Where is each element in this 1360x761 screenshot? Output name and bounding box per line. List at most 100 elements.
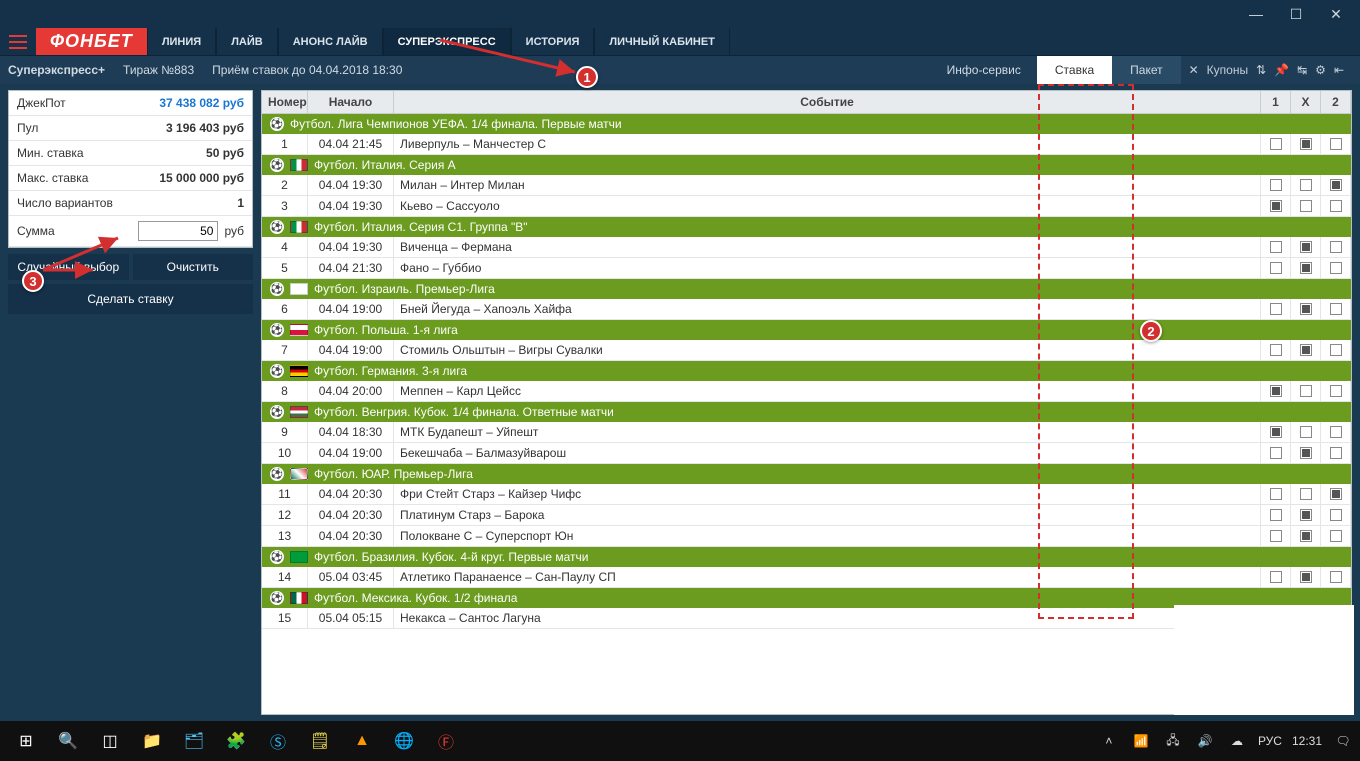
checkbox-1[interactable] bbox=[1270, 571, 1282, 583]
pick-cell-x[interactable] bbox=[1291, 422, 1321, 442]
tray-wifi-icon[interactable]: 📶 bbox=[1130, 734, 1152, 748]
checkbox-1[interactable] bbox=[1270, 138, 1282, 150]
sub-tab-0[interactable]: Ставка bbox=[1037, 56, 1112, 84]
checkbox-1[interactable] bbox=[1270, 447, 1282, 459]
pick-cell-1[interactable] bbox=[1261, 422, 1291, 442]
pick-cell-2[interactable] bbox=[1321, 422, 1351, 442]
checkbox-1[interactable] bbox=[1270, 200, 1282, 212]
pick-cell-1[interactable] bbox=[1261, 299, 1291, 319]
checkbox-x[interactable] bbox=[1300, 447, 1312, 459]
tray-up-icon[interactable]: ˄ bbox=[1098, 734, 1120, 748]
checkbox-x[interactable] bbox=[1300, 179, 1312, 191]
sub-tab-1[interactable]: Пакет bbox=[1112, 56, 1180, 84]
checkbox-1[interactable] bbox=[1270, 509, 1282, 521]
pick-cell-1[interactable] bbox=[1261, 484, 1291, 504]
checkbox-x[interactable] bbox=[1300, 488, 1312, 500]
app-icon-1[interactable]: 🗂 bbox=[174, 721, 214, 761]
clear-button[interactable]: Очистить bbox=[133, 254, 254, 280]
checkbox-2[interactable] bbox=[1330, 447, 1342, 459]
tray-volume-icon[interactable]: 🔊 bbox=[1194, 734, 1216, 748]
checkbox-1[interactable] bbox=[1270, 344, 1282, 356]
menu-item-0[interactable]: ЛИНИЯ bbox=[147, 28, 216, 55]
swap-icon[interactable]: ↹ bbox=[1297, 63, 1307, 77]
tray-notifications-icon[interactable]: 🗨 bbox=[1332, 734, 1354, 748]
tray-cloud-icon[interactable]: ☁ bbox=[1226, 734, 1248, 748]
info-service-link[interactable]: Инфо-сервис bbox=[931, 63, 1037, 77]
maximize-button[interactable]: ☐ bbox=[1276, 4, 1316, 24]
chrome-icon[interactable]: 🌐 bbox=[384, 721, 424, 761]
pick-cell-x[interactable] bbox=[1291, 381, 1321, 401]
checkbox-2[interactable] bbox=[1330, 509, 1342, 521]
checkbox-1[interactable] bbox=[1270, 241, 1282, 253]
checkbox-x[interactable] bbox=[1300, 530, 1312, 542]
pick-cell-x[interactable] bbox=[1291, 505, 1321, 525]
checkbox-2[interactable] bbox=[1330, 241, 1342, 253]
pick-cell-1[interactable] bbox=[1261, 175, 1291, 195]
checkbox-2[interactable] bbox=[1330, 488, 1342, 500]
checkbox-2[interactable] bbox=[1330, 200, 1342, 212]
checkbox-1[interactable] bbox=[1270, 303, 1282, 315]
taskview-icon[interactable]: ◫ bbox=[90, 721, 130, 761]
fonbet-icon[interactable]: Ⓕ bbox=[426, 721, 466, 761]
tray-clock[interactable]: 12:31 bbox=[1292, 734, 1322, 748]
checkbox-x[interactable] bbox=[1300, 344, 1312, 356]
explorer-icon[interactable]: 📁 bbox=[132, 721, 172, 761]
vlc-icon[interactable]: ▲ bbox=[342, 721, 382, 761]
checkbox-1[interactable] bbox=[1270, 488, 1282, 500]
pick-cell-1[interactable] bbox=[1261, 237, 1291, 257]
pick-cell-x[interactable] bbox=[1291, 567, 1321, 587]
checkbox-1[interactable] bbox=[1270, 530, 1282, 542]
checkbox-x[interactable] bbox=[1300, 303, 1312, 315]
checkbox-x[interactable] bbox=[1300, 200, 1312, 212]
pick-cell-x[interactable] bbox=[1291, 340, 1321, 360]
checkbox-2[interactable] bbox=[1330, 530, 1342, 542]
pick-cell-2[interactable] bbox=[1321, 526, 1351, 546]
gear-icon[interactable]: ⚙ bbox=[1315, 63, 1326, 77]
checkbox-2[interactable] bbox=[1330, 179, 1342, 191]
pick-cell-x[interactable] bbox=[1291, 175, 1321, 195]
pick-cell-x[interactable] bbox=[1291, 258, 1321, 278]
pick-cell-1[interactable] bbox=[1261, 134, 1291, 154]
checkbox-2[interactable] bbox=[1330, 344, 1342, 356]
sort-icon[interactable]: ⇅ bbox=[1256, 63, 1266, 77]
checkbox-x[interactable] bbox=[1300, 509, 1312, 521]
pick-cell-1[interactable] bbox=[1261, 526, 1291, 546]
checkbox-2[interactable] bbox=[1330, 262, 1342, 274]
th-2[interactable]: 2 bbox=[1321, 91, 1351, 113]
pick-cell-x[interactable] bbox=[1291, 237, 1321, 257]
menu-item-5[interactable]: ЛИЧНЫЙ КАБИНЕТ bbox=[594, 28, 730, 55]
th-1[interactable]: 1 bbox=[1261, 91, 1291, 113]
checkbox-x[interactable] bbox=[1300, 138, 1312, 150]
amount-input[interactable] bbox=[138, 221, 218, 241]
random-pick-button[interactable]: Случайный выбор bbox=[8, 254, 129, 280]
close-coupons-icon[interactable]: ✕ bbox=[1189, 63, 1199, 77]
pick-cell-x[interactable] bbox=[1291, 443, 1321, 463]
pick-cell-1[interactable] bbox=[1261, 381, 1291, 401]
pick-cell-2[interactable] bbox=[1321, 299, 1351, 319]
checkbox-2[interactable] bbox=[1330, 571, 1342, 583]
place-bet-button[interactable]: Сделать ставку bbox=[8, 284, 253, 314]
menu-item-4[interactable]: ИСТОРИЯ bbox=[511, 28, 595, 55]
pick-cell-1[interactable] bbox=[1261, 567, 1291, 587]
pick-cell-x[interactable] bbox=[1291, 526, 1321, 546]
pick-cell-2[interactable] bbox=[1321, 340, 1351, 360]
pick-cell-2[interactable] bbox=[1321, 196, 1351, 216]
tray-language[interactable]: РУС bbox=[1258, 734, 1282, 748]
pick-cell-x[interactable] bbox=[1291, 196, 1321, 216]
notepad-icon[interactable]: 🗒 bbox=[300, 721, 340, 761]
checkbox-x[interactable] bbox=[1300, 262, 1312, 274]
checkbox-2[interactable] bbox=[1330, 303, 1342, 315]
pick-cell-2[interactable] bbox=[1321, 258, 1351, 278]
skype-icon[interactable]: Ⓢ bbox=[258, 721, 298, 761]
checkbox-1[interactable] bbox=[1270, 385, 1282, 397]
pick-cell-x[interactable] bbox=[1291, 484, 1321, 504]
pick-cell-x[interactable] bbox=[1291, 299, 1321, 319]
minimize-button[interactable]: — bbox=[1236, 4, 1276, 24]
checkbox-1[interactable] bbox=[1270, 262, 1282, 274]
search-icon[interactable]: 🔍 bbox=[48, 721, 88, 761]
pick-cell-2[interactable] bbox=[1321, 443, 1351, 463]
hamburger-menu-button[interactable] bbox=[0, 28, 36, 55]
pick-cell-2[interactable] bbox=[1321, 381, 1351, 401]
checkbox-2[interactable] bbox=[1330, 426, 1342, 438]
checkbox-2[interactable] bbox=[1330, 385, 1342, 397]
